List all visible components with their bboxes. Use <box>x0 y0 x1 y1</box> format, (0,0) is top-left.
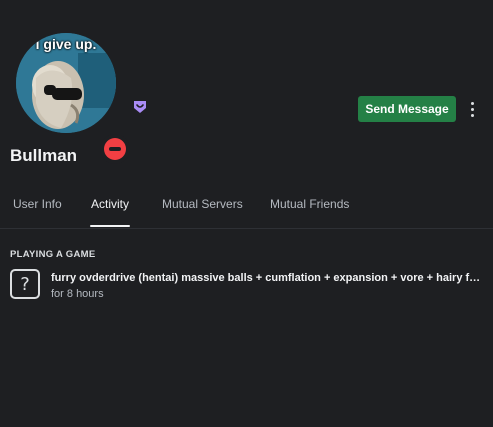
tab-user-info[interactable]: User Info <box>13 197 62 211</box>
profile-avatar-container: i give up. <box>16 33 130 164</box>
tab-mutual-servers[interactable]: Mutual Servers <box>162 197 243 211</box>
more-vertical-icon[interactable] <box>464 98 480 120</box>
avatar[interactable]: i give up. <box>16 33 116 133</box>
tab-activity[interactable]: Activity <box>91 197 129 211</box>
dnd-status-icon <box>100 134 130 164</box>
divider <box>0 228 493 229</box>
avatar-caption: i give up. <box>35 36 97 52</box>
game-name: furry ovderdrive (hentai) massive balls … <box>51 272 481 284</box>
game-duration: for 8 hours <box>51 288 104 300</box>
active-tab-indicator <box>90 225 130 227</box>
send-message-button[interactable]: Send Message <box>358 96 456 122</box>
username: Bullman <box>10 146 78 165</box>
profile-tabs: User Info Activity Mutual Servers Mutual… <box>0 191 493 229</box>
unknown-game-icon: ? <box>10 269 40 299</box>
tab-mutual-friends[interactable]: Mutual Friends <box>270 197 349 211</box>
section-title: PLAYING A GAME <box>10 249 96 260</box>
nitro-badge-icon[interactable] <box>132 99 148 115</box>
